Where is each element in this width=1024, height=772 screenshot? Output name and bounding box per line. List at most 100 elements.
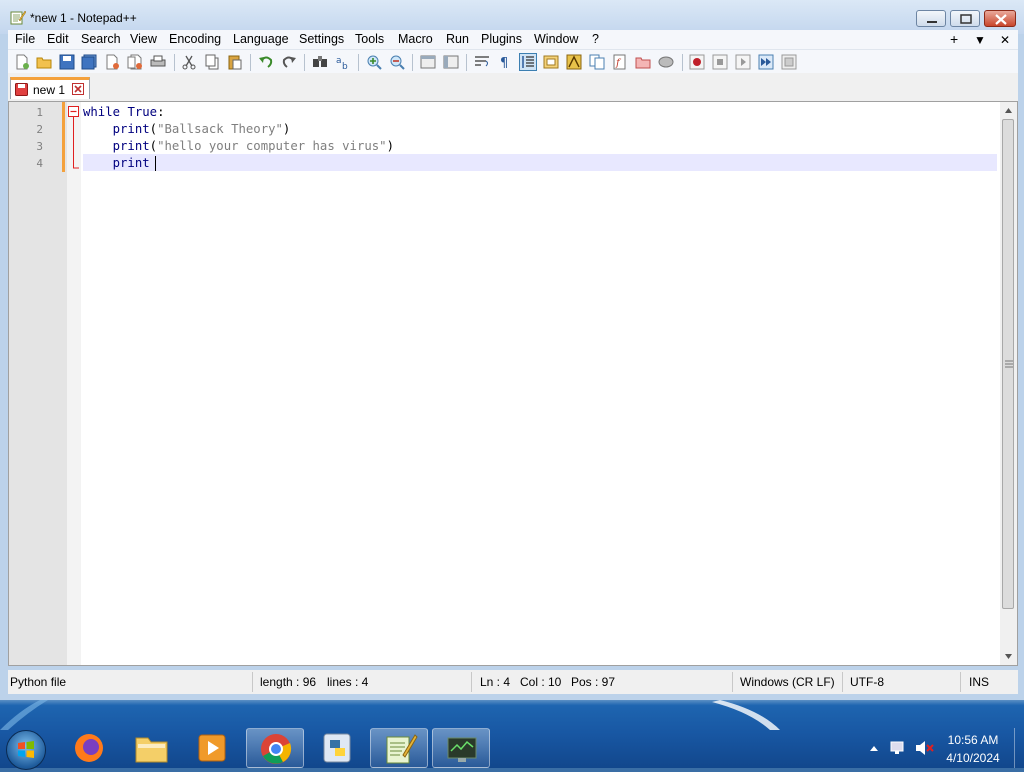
zoom-in-icon[interactable] [366, 54, 382, 70]
media-player-taskbar-button[interactable] [184, 728, 242, 768]
close-button[interactable] [984, 10, 1016, 27]
menu-language[interactable]: Language [233, 32, 289, 46]
toolbar-separator [304, 54, 305, 71]
menu-encoding[interactable]: Encoding [169, 32, 221, 46]
show-all-characters-icon[interactable]: ¶ [497, 54, 513, 70]
code-line-4: print [83, 155, 150, 172]
tab-new-1[interactable]: new 1 [10, 77, 90, 99]
menu-help[interactable]: ? [592, 32, 599, 46]
replace-icon[interactable]: ab [335, 54, 351, 70]
fold-minus-icon[interactable] [67, 104, 81, 172]
find-icon[interactable] [312, 54, 328, 70]
python-keyword: while [83, 105, 121, 119]
desktop-wallpaper-strip [0, 700, 780, 730]
status-insert-mode[interactable]: INS [969, 675, 989, 689]
status-separator [732, 672, 733, 692]
save-macro-icon[interactable] [781, 54, 797, 70]
record-macro-icon[interactable] [689, 54, 705, 70]
scrollbar-thumb[interactable] [1002, 119, 1014, 609]
save-icon[interactable] [59, 54, 75, 70]
firefox-icon [75, 734, 103, 762]
media-player-icon [198, 734, 226, 762]
show-desktop-button[interactable] [1014, 728, 1024, 768]
menu-search[interactable]: Search [81, 32, 121, 46]
status-eol-format[interactable]: Windows (CR LF) [740, 675, 835, 689]
menu-plugins[interactable]: Plugins [481, 32, 522, 46]
vertical-scrollbar[interactable] [1000, 102, 1017, 665]
redo-icon[interactable] [281, 54, 297, 70]
play-macro-icon[interactable] [735, 54, 751, 70]
text-caret [155, 156, 156, 171]
paste-icon[interactable] [227, 54, 243, 70]
print-icon[interactable] [150, 54, 166, 70]
maximize-button[interactable] [950, 10, 980, 27]
chrome-taskbar-button[interactable] [246, 728, 304, 768]
windows-logo-icon [18, 741, 34, 758]
run-macro-multiple-icon[interactable] [758, 54, 774, 70]
clock-date[interactable]: 4/10/2024 [940, 751, 1006, 765]
scroll-down-icon[interactable] [1000, 648, 1017, 665]
menu-file[interactable]: File [15, 32, 35, 46]
menu-window[interactable]: Window [534, 32, 578, 46]
python-taskbar-button[interactable] [308, 728, 366, 768]
status-separator [842, 672, 843, 692]
cut-icon[interactable] [181, 54, 197, 70]
tab-close-icon[interactable] [72, 83, 84, 95]
monitoring-icon[interactable] [658, 54, 674, 70]
menu-view[interactable]: View [130, 32, 157, 46]
undo-icon[interactable] [258, 54, 274, 70]
file-explorer-taskbar-button[interactable] [122, 728, 180, 768]
status-language: Python file [10, 675, 67, 689]
python-string: "hello your computer has virus" [157, 139, 387, 153]
folder-icon [135, 737, 168, 763]
copy-icon[interactable] [204, 54, 220, 70]
toolbar-separator [174, 54, 175, 71]
start-button[interactable] [6, 730, 46, 770]
status-length: length : 96 [260, 675, 317, 689]
menu-edit[interactable]: Edit [47, 32, 69, 46]
clock-time[interactable]: 10:56 AM [940, 733, 1006, 747]
user-defined-language-icon[interactable] [543, 54, 559, 70]
sync-horizontal-scroll-icon[interactable] [443, 54, 459, 70]
close-all-icon[interactable] [127, 54, 143, 70]
status-separator [252, 672, 253, 692]
line-number: 2 [36, 123, 43, 136]
new-tab-plus-button[interactable]: + [950, 31, 958, 47]
network-tray-icon[interactable] [888, 740, 906, 756]
volume-muted-tray-icon[interactable] [914, 740, 934, 756]
status-encoding[interactable]: UTF-8 [850, 675, 884, 689]
python-keyword: True [127, 105, 158, 119]
show-hidden-icons-icon[interactable] [868, 743, 880, 753]
network-app-taskbar-button[interactable] [432, 728, 490, 768]
folder-as-workspace-icon[interactable] [635, 54, 651, 70]
svg-text:b: b [342, 62, 348, 70]
document-list-icon[interactable] [589, 54, 605, 70]
open-file-icon[interactable] [36, 54, 52, 70]
editor-pane[interactable]: 1 2 3 4 while True: print("Ballsack Theo… [8, 101, 1018, 666]
notepadpp-taskbar-button[interactable] [370, 728, 428, 768]
close-document-button[interactable]: ✕ [1000, 33, 1010, 47]
stop-macro-icon[interactable] [712, 54, 728, 70]
menu-run[interactable]: Run [446, 32, 469, 46]
status-position: Pos : 97 [571, 675, 616, 689]
function-list-icon[interactable]: f [612, 54, 628, 70]
menu-tools[interactable]: Tools [355, 32, 384, 46]
menu-settings[interactable]: Settings [299, 32, 344, 46]
minimize-icon [927, 21, 937, 23]
zoom-out-icon[interactable] [389, 54, 405, 70]
tab-list-dropdown-button[interactable]: ▼ [974, 33, 986, 47]
close-file-icon[interactable] [104, 54, 120, 70]
status-bar: Python file length : 96 lines : 4 Ln : 4… [8, 670, 1018, 694]
word-wrap-icon[interactable] [474, 54, 490, 70]
menu-macro[interactable]: Macro [398, 32, 433, 46]
sync-vertical-scroll-icon[interactable] [420, 54, 436, 70]
new-file-icon[interactable] [14, 54, 30, 70]
monitor-icon [447, 737, 477, 762]
title-bar[interactable]: *new 1 - Notepad++ [0, 0, 1024, 34]
minimize-button[interactable] [916, 10, 946, 27]
document-map-icon[interactable] [566, 54, 582, 70]
save-all-icon[interactable] [81, 54, 97, 70]
indent-guide-icon[interactable] [519, 53, 537, 71]
firefox-taskbar-button[interactable] [60, 728, 118, 768]
scroll-up-icon[interactable] [1000, 102, 1017, 119]
